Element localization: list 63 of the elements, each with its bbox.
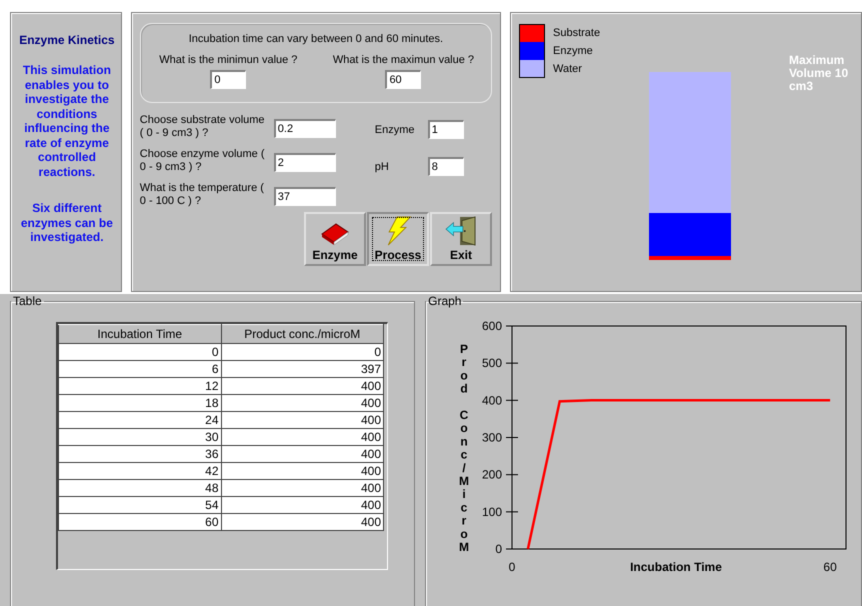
table-cell: 24	[58, 412, 221, 428]
toolbar-button[interactable]: Exit	[430, 212, 492, 266]
input-field[interactable]: 37	[274, 187, 336, 206]
toolbar-button[interactable]: Process	[367, 212, 429, 266]
table-cell: 397	[221, 360, 384, 378]
input-field[interactable]: 0.2	[274, 119, 336, 138]
input-field[interactable]: 8	[428, 157, 464, 176]
table-cell: 0	[58, 344, 221, 360]
tick-label: 500	[482, 356, 502, 370]
table-cell: 400	[221, 480, 384, 496]
column-header: Product conc./microM	[221, 324, 384, 344]
input-field[interactable]: 60	[385, 70, 422, 89]
group-title: Table	[12, 294, 43, 308]
table-cell: 48	[58, 480, 221, 496]
table-cell: 54	[58, 496, 221, 514]
legend-label: Substrate	[553, 27, 600, 39]
tick-label: 300	[482, 430, 502, 444]
table-cell: 400	[221, 378, 384, 394]
field-label: pH	[374, 160, 390, 172]
table-cell: 400	[221, 514, 384, 530]
table-cell: 400	[221, 412, 384, 428]
note-text: Six different enzymes can be investigated.	[20, 201, 114, 244]
input-field[interactable]: 0	[210, 70, 246, 89]
table-cell: 30	[58, 428, 221, 446]
input-field[interactable]: 2	[274, 153, 336, 172]
table-cell: 0	[221, 344, 384, 360]
tick-label: 600	[482, 319, 502, 333]
legend-label: Water	[553, 63, 582, 75]
tick-label: 200	[482, 468, 502, 482]
field-label: What is the maximun value ?	[332, 54, 474, 66]
field-label: What is the temperature ( 0 - 100 C ) ?	[140, 182, 265, 208]
legend-label: Enzyme	[553, 45, 593, 57]
table-cell: 400	[221, 428, 384, 446]
table-cell: 400	[221, 462, 384, 480]
info-text: Incubation time can vary between 0 and 60 minutes.	[188, 33, 444, 45]
group-title: Graph	[427, 294, 462, 308]
tick-label: 400	[482, 393, 502, 408]
exit-door-icon	[444, 216, 478, 246]
table-cell: 18	[58, 394, 221, 412]
table-cell: 400	[221, 496, 384, 514]
table-cell: 400	[221, 394, 384, 412]
column-header: Incubation Time	[58, 324, 221, 344]
app-title: Enzyme Kinetics	[19, 33, 115, 47]
tick-label: 0	[495, 542, 502, 556]
table-cell: 12	[58, 378, 221, 394]
x-axis-label: Incubation Time	[630, 560, 722, 574]
field-label: Choose enzyme volume ( 0 - 9 cm3 ) ?	[140, 148, 265, 174]
input-field[interactable]: 1	[428, 120, 464, 139]
table-cell: 6	[58, 360, 221, 378]
toolbar-button[interactable]: Enzyme	[304, 212, 366, 266]
table-cell: 400	[221, 446, 384, 462]
table-cell: 60	[58, 514, 221, 530]
tick-label: 0	[508, 560, 516, 574]
description-text: This simulation enables you to investigate the conditions influencing the rate of enzyme controlled reactions.	[22, 63, 112, 179]
field-label: What is the minimun value ?	[159, 54, 298, 66]
field-label: Enzyme	[374, 124, 416, 136]
table-cell: 42	[58, 462, 221, 480]
field-label: Choose substrate volume ( 0 - 9 cm3 ) ?	[140, 114, 265, 140]
tick-label: 100	[482, 504, 502, 519]
table-cell: 36	[58, 446, 221, 462]
tick-label: 60	[824, 560, 837, 574]
caption-text: Maximum Volume 10 cm3	[789, 54, 850, 95]
y-axis-label: Prod Conc/MicroM	[459, 342, 470, 554]
